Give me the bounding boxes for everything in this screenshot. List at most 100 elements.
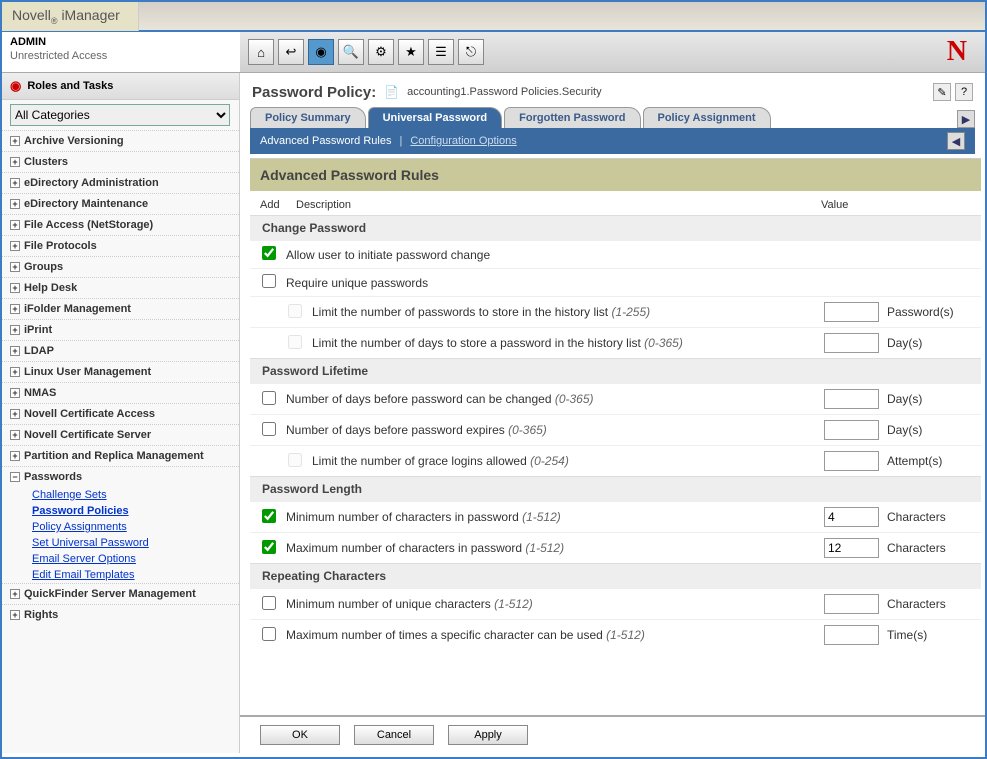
expand-icon[interactable]: + [10,136,20,146]
expand-icon[interactable]: + [10,346,20,356]
rule-checkbox[interactable] [262,596,276,610]
tree-item[interactable]: + Linux User Management [2,361,239,382]
tree-subitem[interactable]: Edit Email Templates [32,567,239,583]
expand-icon[interactable]: + [10,220,20,230]
cancel-button[interactable]: Cancel [354,725,434,745]
list-icon[interactable]: ☰ [428,39,454,65]
tree-item[interactable]: −Passwords [2,466,239,487]
tree-item[interactable]: +Clusters [2,151,239,172]
group-header: Repeating Characters [250,563,981,588]
group-header: Password Lifetime [250,358,981,383]
rules-panel[interactable]: Advanced Password Rules Add Description … [250,158,981,715]
tab[interactable]: Forgotten Password [504,107,640,128]
tree-subitem[interactable]: Set Universal Password [32,535,239,551]
tab[interactable]: Policy Assignment [643,107,771,128]
tab[interactable]: Universal Password [368,107,503,128]
tree-item[interactable]: +File Protocols [2,235,239,256]
tab-prev-icon[interactable]: ◀ [947,132,965,150]
ok-button[interactable]: OK [260,725,340,745]
rule-value-input[interactable] [824,389,879,409]
rule-checkbox[interactable] [262,274,276,288]
page-title: Password Policy: [252,84,376,101]
expand-icon[interactable]: + [10,283,20,293]
rule-unit: Characters [879,541,969,555]
view-icon[interactable]: 🔍 [338,39,364,65]
rule-value-input[interactable] [824,302,879,322]
expand-icon[interactable]: + [10,367,20,377]
tree-subitem[interactable]: Policy Assignments [32,519,239,535]
tree-item[interactable]: +Archive Versioning [2,130,239,151]
rule-row: Maximum number of times a specific chara… [250,619,981,650]
rule-checkbox[interactable] [262,391,276,405]
tree-item[interactable]: +QuickFinder Server Management [2,583,239,604]
rule-value-input[interactable] [824,451,879,471]
rule-value-input[interactable] [824,594,879,614]
expand-icon[interactable]: + [10,241,20,251]
rule-checkbox[interactable] [262,422,276,436]
rule-value-input[interactable] [824,333,879,353]
rule-unit: Day(s) [879,423,969,437]
expand-icon[interactable]: + [10,157,20,167]
rule-value-input[interactable] [824,420,879,440]
tree-item[interactable]: +Help Desk [2,277,239,298]
tree-item[interactable]: +Rights [2,604,239,625]
tab[interactable]: Policy Summary [250,107,366,128]
tree-label: LDAP [24,345,54,357]
favorites-icon[interactable]: ★ [398,39,424,65]
object-path: accounting1.Password Policies.Security [407,86,601,98]
tree-subitem[interactable]: Email Server Options [32,551,239,567]
expand-icon[interactable]: − [10,472,20,482]
tree-item[interactable]: +eDirectory Administration [2,172,239,193]
tree-label: Linux User Management [24,366,151,378]
apply-button[interactable]: Apply [448,725,528,745]
tree-subitem[interactable]: Challenge Sets [32,487,239,503]
tree-item[interactable]: + iFolder Management [2,298,239,319]
exit-icon[interactable]: ⎋ [458,39,484,65]
rule-checkbox[interactable] [262,627,276,641]
sidebar: ◉ Roles and Tasks All Categories +Archiv… [2,73,240,753]
access-level: Unrestricted Access [10,50,232,62]
rule-checkbox [288,304,302,318]
bullseye-icon: ◉ [10,78,21,94]
tree-item[interactable]: + eDirectory Maintenance [2,193,239,214]
expand-icon[interactable]: + [10,430,20,440]
tab-next-icon[interactable]: ▶ [957,110,975,128]
subtab-link[interactable]: Configuration Options [410,135,516,147]
tree-label: Novell Certificate Server [24,429,151,441]
expand-icon[interactable]: + [10,325,20,335]
tree-item[interactable]: + LDAP [2,340,239,361]
rule-value-input[interactable] [824,625,879,645]
config-icon[interactable]: ⚙ [368,39,394,65]
tree-item[interactable]: +File Access (NetStorage) [2,214,239,235]
roles-icon[interactable]: ◉ [308,39,334,65]
rule-checkbox[interactable] [262,246,276,260]
help-icon[interactable]: ? [955,83,973,101]
rule-checkbox[interactable] [262,540,276,554]
subtab-bar: Advanced Password Rules | Configuration … [250,128,975,154]
tree-label: eDirectory Maintenance [24,198,148,210]
expand-icon[interactable]: + [10,451,20,461]
expand-icon[interactable]: + [10,388,20,398]
expand-icon[interactable]: + [10,409,20,419]
rule-value-input[interactable] [824,538,879,558]
tree-item[interactable]: +Novell Certificate Access [2,403,239,424]
expand-icon[interactable]: + [10,178,20,188]
expand-icon[interactable]: + [10,199,20,209]
rule-checkbox[interactable] [262,509,276,523]
expand-icon[interactable]: + [10,262,20,272]
tree-item[interactable]: +Partition and Replica Management [2,445,239,466]
tree-item[interactable]: +NMAS [2,382,239,403]
home-icon[interactable]: ⌂ [248,39,274,65]
tree-item[interactable]: +Groups [2,256,239,277]
expand-icon[interactable]: + [10,304,20,314]
tree-item[interactable]: + Novell Certificate Server [2,424,239,445]
back-icon[interactable]: ↩ [278,39,304,65]
rule-value-input[interactable] [824,507,879,527]
tree-label: iFolder Management [24,303,131,315]
edit-icon[interactable]: ✎ [933,83,951,101]
expand-icon[interactable]: + [10,610,20,620]
category-select[interactable]: All Categories [10,104,230,126]
expand-icon[interactable]: + [10,589,20,599]
tree-item[interactable]: +iPrint [2,319,239,340]
tree-subitem[interactable]: Password Policies [32,503,239,519]
